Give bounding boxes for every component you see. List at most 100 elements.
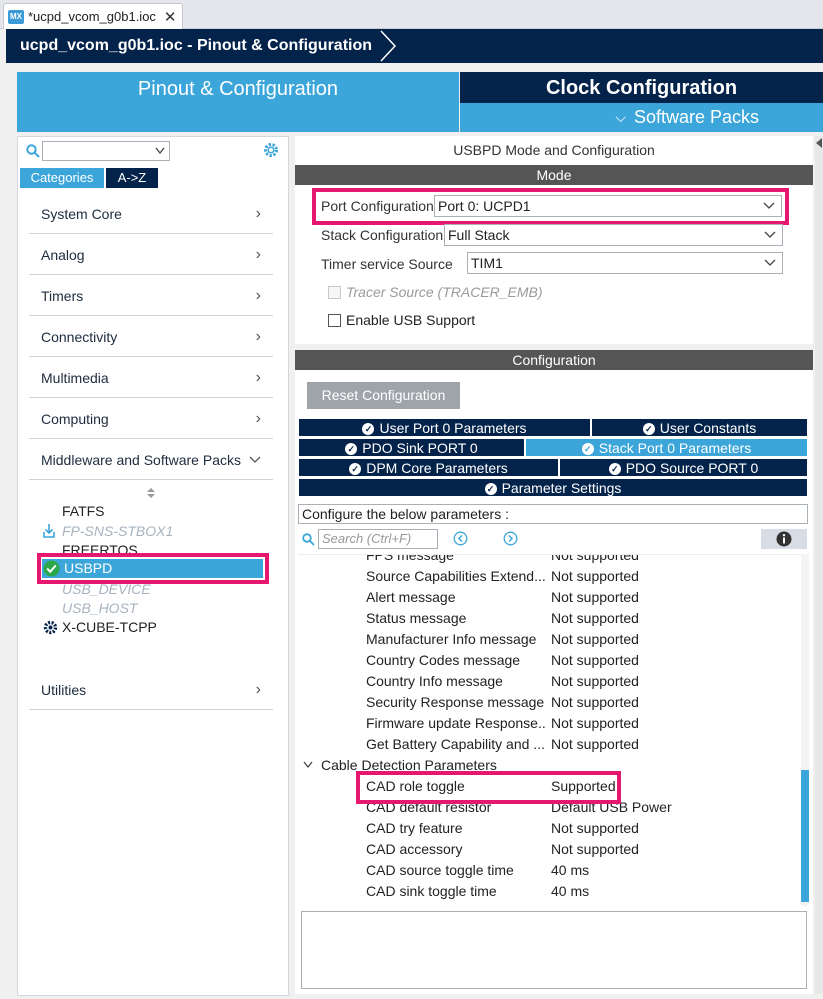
chevron-down-icon xyxy=(303,761,313,769)
param-row[interactable]: Manufacturer Info message Not supported xyxy=(298,629,803,650)
category-connectivity[interactable]: Connectivity › xyxy=(29,317,273,357)
param-row[interactable]: Firmware update Response... Not supported xyxy=(298,713,803,734)
search-previous-icon[interactable] xyxy=(453,531,468,546)
tab-user-constants[interactable]: ✓ User Constants xyxy=(591,418,808,437)
param-value: Not supported xyxy=(551,568,639,584)
search-icon xyxy=(26,144,40,158)
search-next-icon[interactable] xyxy=(503,531,518,546)
parameter-description-box xyxy=(301,911,807,989)
chevron-right-icon: › xyxy=(255,327,261,345)
param-name: Get Battery Capability and ... xyxy=(366,736,545,752)
param-name: Alert message xyxy=(366,589,456,605)
param-value: Not supported xyxy=(551,631,639,647)
tab-clock-configuration[interactable]: Clock Configuration xyxy=(460,72,823,103)
tab-pdo-source-port-0[interactable]: ✓ PDO Source PORT 0 xyxy=(559,458,808,477)
category-label: Analog xyxy=(41,246,85,263)
configuration-panel: Configuration Reset Configuration ✓ User … xyxy=(295,350,813,994)
tab-label: PDO Source PORT 0 xyxy=(625,460,759,476)
category-analog[interactable]: Analog › xyxy=(29,235,273,275)
tab-user-port-0-parameters[interactable]: ✓ User Port 0 Parameters xyxy=(298,418,591,437)
category-search-input[interactable] xyxy=(42,141,170,161)
param-row[interactable]: Source Capabilities Extend... Not support… xyxy=(298,566,803,587)
stack-configuration-label: Stack Configuration xyxy=(321,227,444,243)
check-icon: ✓ xyxy=(581,443,594,455)
tab-categories[interactable]: Categories xyxy=(20,168,104,188)
param-row[interactable]: Status message Not supported xyxy=(298,608,803,629)
param-name: Source Capabilities Extend... xyxy=(366,568,546,584)
category-utilities[interactable]: Utilities › xyxy=(29,670,273,710)
param-row[interactable]: Country Codes message Not supported xyxy=(298,650,803,671)
parameter-search-input[interactable]: Search (Ctrl+F) xyxy=(318,529,438,549)
param-name: Status message xyxy=(366,610,467,626)
stm32cubemx-logo-icon: MX xyxy=(8,9,24,24)
param-row[interactable]: CAD source toggle time 40 ms xyxy=(298,860,803,881)
gear-icon xyxy=(43,620,58,635)
enable-usb-support-label: Enable USB Support xyxy=(346,312,476,328)
info-icon xyxy=(776,531,792,547)
parameter-scrollbar[interactable] xyxy=(801,554,809,906)
tab-stack-port-0-parameters[interactable]: ✓ Stack Port 0 Parameters xyxy=(525,438,808,457)
check-icon: ✓ xyxy=(484,483,497,495)
tab-parameter-settings[interactable]: ✓ Parameter Settings xyxy=(298,478,808,497)
middleware-item-fp-sns-stbox1[interactable]: FP-SNS-STBOX1 xyxy=(62,523,173,539)
middleware-item-fatfs[interactable]: FATFS xyxy=(62,503,105,519)
tab-pdo-sink-port-0[interactable]: ✓ PDO Sink PORT 0 xyxy=(298,438,525,457)
category-timers[interactable]: Timers › xyxy=(29,276,273,316)
breadcrumb: ucpd_vcom_g0b1.ioc - Pinout & Configurat… xyxy=(6,29,823,63)
param-row[interactable]: Security Response message Not supported xyxy=(298,692,803,713)
param-value: Not supported xyxy=(551,820,639,836)
tracer-source-checkbox[interactable] xyxy=(328,286,341,299)
param-value: Not supported xyxy=(551,652,639,668)
check-icon: ✓ xyxy=(362,423,375,435)
close-tab-icon[interactable]: ✕ xyxy=(164,8,177,26)
panel-resize-handle[interactable] xyxy=(815,136,823,994)
enable-usb-support-checkbox[interactable] xyxy=(328,314,341,327)
param-row[interactable]: Get Battery Capability and ... Not suppor… xyxy=(298,734,803,755)
file-tab[interactable]: MX *ucpd_vcom_g0b1.ioc ✕ xyxy=(3,3,183,29)
param-name: Security Response message xyxy=(366,694,545,710)
category-middleware[interactable]: Middleware and Software Packs xyxy=(29,440,273,480)
param-value: Not supported xyxy=(551,610,639,626)
software-packs-menu[interactable]: ⌵ Software Packs xyxy=(460,103,823,132)
tab-label: PDO Sink PORT 0 xyxy=(362,440,478,456)
software-packs-label: Software Packs xyxy=(633,107,759,127)
tab-pinout-configuration[interactable]: Pinout & Configuration xyxy=(17,72,459,132)
chevron-down-icon xyxy=(764,231,776,238)
info-button[interactable] xyxy=(761,529,807,549)
editor-tab-strip: MX *ucpd_vcom_g0b1.ioc ✕ xyxy=(0,0,823,29)
tab-dpm-core-parameters[interactable]: ✓ DPM Core Parameters xyxy=(298,458,559,477)
param-value: Not supported xyxy=(551,673,639,689)
param-row[interactable]: CAD try feature Not supported xyxy=(298,818,803,839)
param-row[interactable]: Country Info message Not supported xyxy=(298,671,803,692)
param-row[interactable]: CAD sink toggle time 40 ms xyxy=(298,881,803,902)
tab-a-to-z[interactable]: A->Z xyxy=(106,168,158,188)
middleware-item-usb-device[interactable]: USB_DEVICE xyxy=(62,581,151,597)
category-system-core[interactable]: System Core › xyxy=(29,194,273,234)
sort-icon[interactable] xyxy=(146,487,156,499)
mode-panel-title: USBPD Mode and Configuration xyxy=(453,142,655,158)
category-computing[interactable]: Computing › xyxy=(29,399,273,439)
param-name: CAD try feature xyxy=(366,820,463,836)
middleware-item-x-cube-tcpp[interactable]: X-CUBE-TCPP xyxy=(62,619,157,635)
mode-section-header: Mode xyxy=(295,165,813,185)
collapse-arrow-icon xyxy=(816,138,822,148)
scrollbar-thumb[interactable] xyxy=(801,770,809,902)
stack-configuration-select[interactable]: Full Stack xyxy=(444,224,783,246)
breadcrumb-item[interactable]: ucpd_vcom_g0b1.ioc - Pinout & Configurat… xyxy=(6,29,386,63)
timer-service-source-select[interactable]: TIM1 xyxy=(467,252,783,274)
middleware-item-usb-host[interactable]: USB_HOST xyxy=(62,600,137,616)
category-label: Middleware and Software Packs xyxy=(41,451,241,468)
gear-icon[interactable] xyxy=(262,141,280,159)
param-value: Not supported xyxy=(551,715,639,731)
chevron-right-icon: › xyxy=(255,245,261,263)
param-row[interactable]: Alert message Not supported xyxy=(298,587,803,608)
category-label: Utilities xyxy=(41,681,87,698)
param-row[interactable]: FPS message Not supported xyxy=(298,555,803,566)
param-row[interactable]: CAD accessory Not supported xyxy=(298,839,803,860)
category-multimedia[interactable]: Multimedia › xyxy=(29,358,273,398)
reset-configuration-button[interactable]: Reset Configuration xyxy=(307,382,460,409)
cad-role-toggle-highlight-box xyxy=(356,771,621,804)
configure-parameters-text: Configure the below parameters : xyxy=(298,504,808,524)
parameter-tree: FPS message Not supported Source Capabili… xyxy=(298,554,803,907)
category-label: Multimedia xyxy=(41,369,109,386)
